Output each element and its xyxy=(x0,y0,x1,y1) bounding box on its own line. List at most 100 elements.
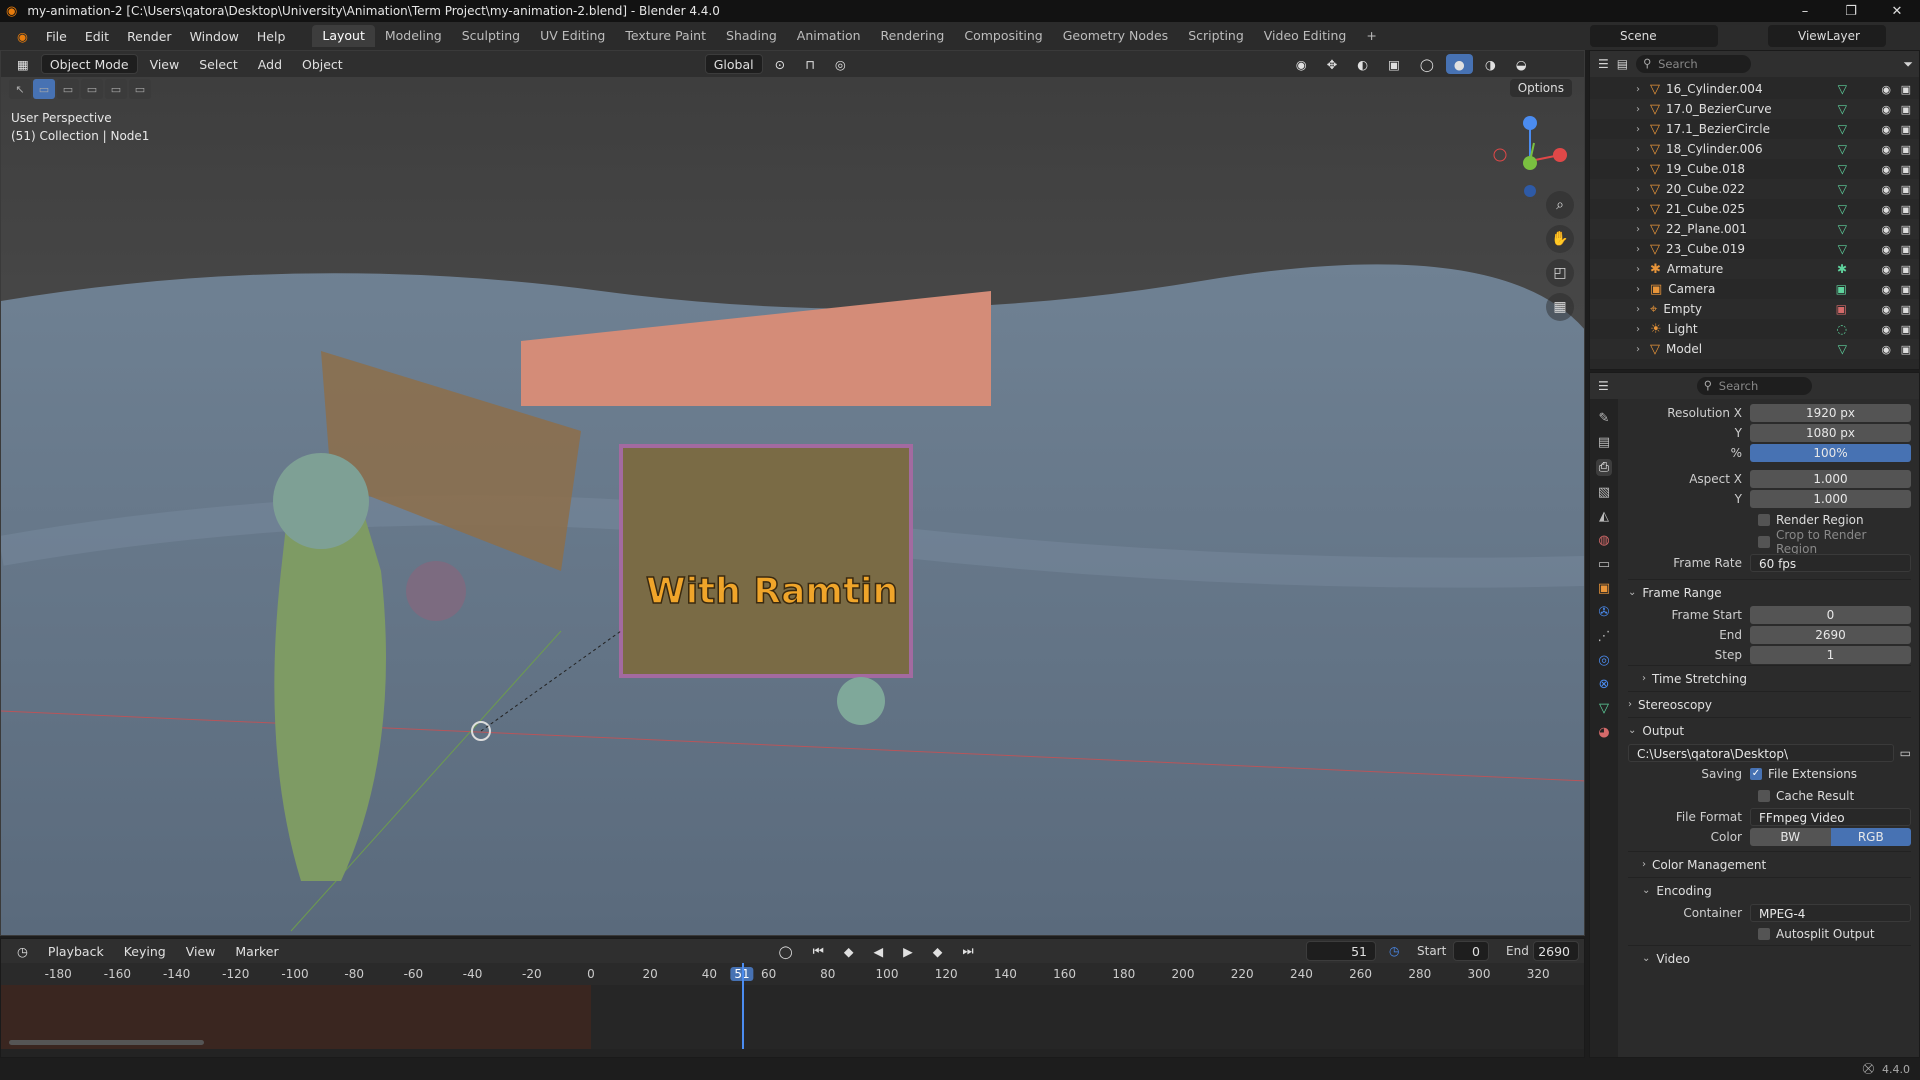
menu-edit[interactable]: Edit xyxy=(76,29,118,44)
tab-compositing[interactable]: Compositing xyxy=(954,25,1052,47)
camera-view-icon[interactable]: ◰ xyxy=(1546,259,1574,287)
eye-icon[interactable]: ◉ xyxy=(1881,163,1891,176)
eye-icon[interactable]: ◉ xyxy=(1881,223,1891,236)
auto-key-icon[interactable]: ◯ xyxy=(771,941,801,961)
outliner-row[interactable]: › ▽ 17.1_BezierCircle ▽ ◉ ▣ xyxy=(1590,119,1919,139)
encoding-section[interactable]: ⌄ Encoding xyxy=(1628,877,1911,903)
render-camera-icon[interactable]: ▣ xyxy=(1901,323,1911,336)
rendered-shading-icon[interactable]: ◒ xyxy=(1508,54,1535,74)
properties-search-input[interactable]: Search xyxy=(1696,376,1812,395)
eye-icon[interactable]: ◉ xyxy=(1881,283,1891,296)
chevron-right-icon[interactable]: › xyxy=(1636,284,1640,295)
outliner-search-input[interactable]: Search xyxy=(1636,54,1752,73)
stereoscopy-section[interactable]: › Stereoscopy xyxy=(1628,691,1911,717)
scene-selector[interactable]: Scene xyxy=(1590,25,1718,47)
outliner-row[interactable]: › ▣ Camera ▣ ◉ ▣ xyxy=(1590,279,1919,299)
outliner-row[interactable]: › ☀ Light ◌ ◉ ▣ xyxy=(1590,319,1919,339)
jump-end-icon[interactable]: ⏭ xyxy=(954,941,981,961)
tab-uv-editing[interactable]: UV Editing xyxy=(530,25,615,47)
material-tab-icon[interactable]: ◕ xyxy=(1598,725,1609,740)
data-tab-icon[interactable]: ▽ xyxy=(1599,701,1609,716)
pan-hand-icon[interactable]: ✋ xyxy=(1546,225,1574,253)
outliner-row[interactable]: › ▽ 20_Cube.022 ▽ ◉ ▣ xyxy=(1590,179,1919,199)
chevron-right-icon[interactable]: › xyxy=(1636,304,1640,315)
prev-keyframe-icon[interactable]: ◆ xyxy=(836,941,862,961)
outliner-row[interactable]: › ▽ 17.0_BezierCurve ▽ ◉ ▣ xyxy=(1590,99,1919,119)
close-icon[interactable]: ✕ xyxy=(1874,0,1920,22)
xray-icon[interactable]: ▣ xyxy=(1380,54,1408,74)
timeline-ruler[interactable]: -180-160-140-120-100-80-60-40-2002040516… xyxy=(1,963,1584,985)
chevron-right-icon[interactable]: › xyxy=(1636,244,1640,255)
output-path-field[interactable]: C:\Users\qatora\Desktop\ xyxy=(1628,744,1894,762)
properties-editor-icon[interactable]: ☰ xyxy=(1598,379,1609,393)
timeline-track[interactable] xyxy=(1,963,1584,1049)
object-tab-icon[interactable]: ▣ xyxy=(1598,581,1610,596)
menu-marker[interactable]: Marker xyxy=(227,941,286,961)
frame-end-field[interactable]: 2690 xyxy=(1750,626,1911,644)
chevron-right-icon[interactable]: › xyxy=(1636,84,1640,95)
autosplit-checkbox[interactable]: Autosplit Output xyxy=(1628,923,1911,945)
eye-icon[interactable]: ◉ xyxy=(1881,103,1891,116)
menu-window[interactable]: Window xyxy=(181,29,248,44)
chevron-right-icon[interactable]: › xyxy=(1636,184,1640,195)
outliner-row[interactable]: › ▽ 22_Plane.001 ▽ ◉ ▣ xyxy=(1590,219,1919,239)
snap-icon[interactable]: ⊓ xyxy=(797,54,823,74)
outliner-row[interactable]: › ▽ 18_Cylinder.006 ▽ ◉ ▣ xyxy=(1590,139,1919,159)
blender-menu-icon[interactable]: ◉ xyxy=(8,29,37,44)
frame-rate-dropdown[interactable]: 60 fps xyxy=(1750,554,1911,572)
maximize-icon[interactable]: ❐ xyxy=(1828,0,1874,22)
tab-sculpting[interactable]: Sculpting xyxy=(452,25,530,47)
color-rgb-button[interactable]: RGB xyxy=(1830,828,1911,846)
file-extensions-checkbox[interactable]: Saving ✓ File Extensions xyxy=(1628,763,1911,785)
mode-dropdown[interactable]: Object Mode xyxy=(40,54,138,74)
preview-range-icon[interactable]: ◷ xyxy=(1389,944,1399,958)
menu-view[interactable]: View xyxy=(142,54,188,74)
chevron-right-icon[interactable]: › xyxy=(1636,204,1640,215)
eye-icon[interactable]: ◉ xyxy=(1881,83,1891,96)
wireframe-shading-icon[interactable]: ◯ xyxy=(1412,54,1442,74)
menu-keying[interactable]: Keying xyxy=(116,941,174,961)
render-camera-icon[interactable]: ▣ xyxy=(1901,83,1911,96)
time-stretching-section[interactable]: › Time Stretching xyxy=(1628,665,1911,691)
menu-select[interactable]: Select xyxy=(191,54,246,74)
frame-step-field[interactable]: 1 xyxy=(1750,646,1911,664)
chevron-right-icon[interactable]: › xyxy=(1636,144,1640,155)
particles-tab-icon[interactable]: ⋰ xyxy=(1598,629,1611,644)
material-shading-icon[interactable]: ◑ xyxy=(1477,54,1504,74)
tab-animation[interactable]: Animation xyxy=(787,25,871,47)
view-layer-selector[interactable]: ViewLayer xyxy=(1768,25,1886,47)
eye-icon[interactable]: ◉ xyxy=(1881,303,1891,316)
eye-icon[interactable]: ◉ xyxy=(1881,243,1891,256)
timeline-editor-icon[interactable]: ◷ xyxy=(9,941,36,961)
output-tab-icon[interactable]: ⎙ xyxy=(1595,459,1613,476)
menu-add[interactable]: Add xyxy=(250,54,290,74)
resolution-y-field[interactable]: 1080 px xyxy=(1750,424,1911,442)
folder-icon[interactable]: ▭ xyxy=(1900,746,1911,760)
eye-icon[interactable]: ◉ xyxy=(1881,263,1891,276)
solid-shading-icon[interactable]: ● xyxy=(1445,54,1473,74)
eye-icon[interactable]: ◉ xyxy=(1881,323,1891,336)
visibility-icon[interactable]: ◉ xyxy=(1288,54,1315,74)
outliner-row[interactable]: › ▽ 19_Cube.018 ▽ ◉ ▣ xyxy=(1590,159,1919,179)
tab-scripting[interactable]: Scripting xyxy=(1178,25,1254,47)
play-reverse-icon[interactable]: ◀ xyxy=(865,941,891,961)
pivot-icon[interactable]: ⊙ xyxy=(767,54,793,74)
render-camera-icon[interactable]: ▣ xyxy=(1901,163,1911,176)
frame-range-section[interactable]: ⌄ Frame Range xyxy=(1628,579,1911,605)
select-new-icon[interactable]: ▭ xyxy=(33,79,55,99)
menu-render[interactable]: Render xyxy=(118,29,181,44)
menu-object[interactable]: Object xyxy=(294,54,351,74)
outliner-row[interactable]: › ▽ 16_Cylinder.004 ▽ ◉ ▣ xyxy=(1590,79,1919,99)
render-camera-icon[interactable]: ▣ xyxy=(1901,343,1911,356)
eye-icon[interactable]: ◉ xyxy=(1881,203,1891,216)
display-mode-icon[interactable]: ▤ xyxy=(1617,57,1628,71)
resolution-x-field[interactable]: 1920 px xyxy=(1750,404,1911,422)
render-camera-icon[interactable]: ▣ xyxy=(1901,263,1911,276)
next-keyframe-icon[interactable]: ◆ xyxy=(925,941,951,961)
transform-orientation-dropdown[interactable]: Global xyxy=(704,54,763,74)
3d-viewport[interactable]: With Ramtin ▦ Object Mode View Select Ad… xyxy=(0,50,1585,936)
tab-rendering[interactable]: Rendering xyxy=(871,25,955,47)
add-workspace-icon[interactable]: + xyxy=(1356,25,1386,47)
menu-file[interactable]: File xyxy=(37,29,76,44)
render-camera-icon[interactable]: ▣ xyxy=(1901,203,1911,216)
